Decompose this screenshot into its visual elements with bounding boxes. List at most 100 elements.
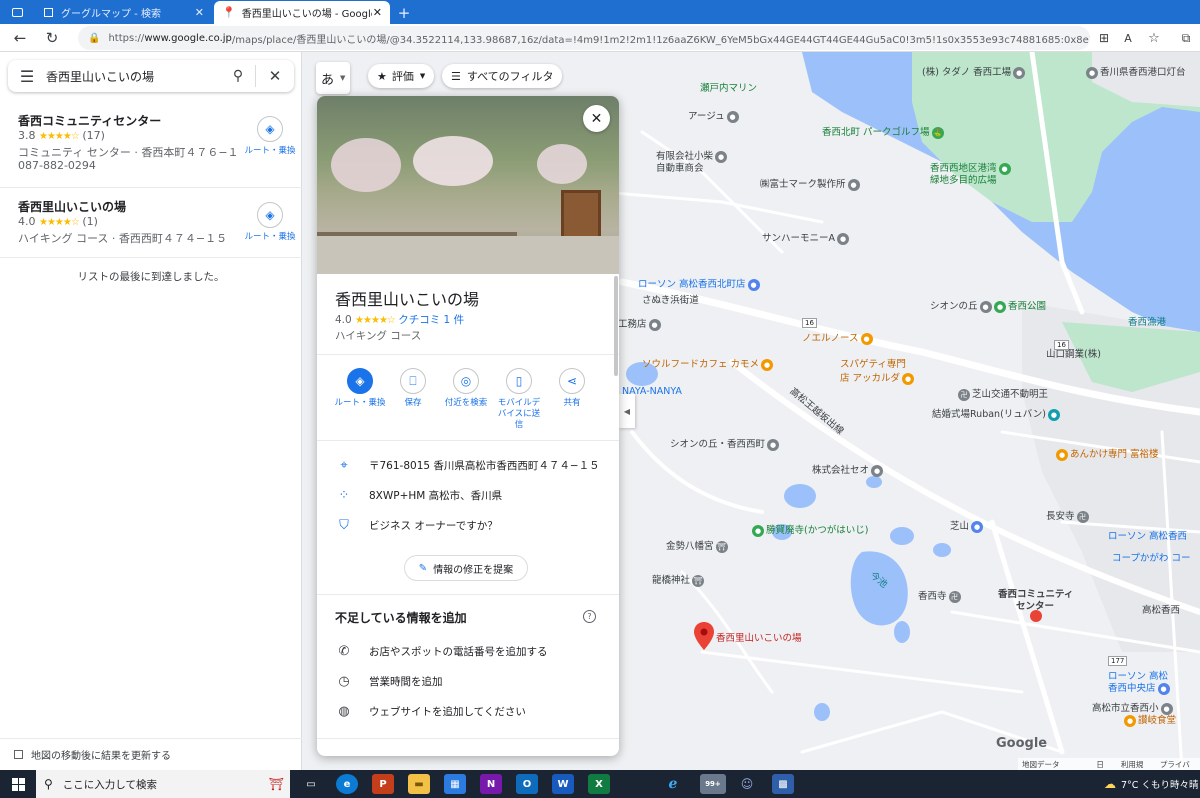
- search-icon[interactable]: ⚲: [221, 68, 255, 84]
- list-item[interactable]: 香西コミュニティセンター 3.8 ★★★★☆ (17) コミュニティ センター …: [0, 102, 302, 188]
- map-poi-label[interactable]: ● 勝賀廃寺(かつがはいじ): [750, 522, 868, 537]
- map-poi-label[interactable]: 香西寺卍: [918, 588, 963, 603]
- start-button[interactable]: [0, 770, 36, 798]
- route-button[interactable]: ◈ ルート・乗換: [240, 116, 300, 156]
- tab-maps[interactable]: 📍 香西里山いこいの場 - Google マップ ✕: [214, 1, 390, 24]
- terms-link[interactable]: 利用規約: [1121, 759, 1150, 769]
- word-icon[interactable]: W: [552, 774, 574, 794]
- send-to-phone-button[interactable]: ▯ モバイルデバイスに送信: [489, 368, 549, 431]
- app-icon[interactable]: ⊞: [1094, 28, 1114, 48]
- close-icon[interactable]: ✕: [195, 6, 204, 19]
- list-item[interactable]: 香西里山いこいの場 4.0 ★★★★☆ (1) ハイキング コース · 香西西町…: [0, 188, 302, 258]
- weather-widget[interactable]: ☁ 7°C くもり時々晴: [1104, 770, 1198, 798]
- menu-icon[interactable]: ☰: [8, 67, 46, 86]
- help-icon[interactable]: ?: [583, 610, 596, 623]
- map-poi-label[interactable]: 瀬戸内マリン: [700, 80, 757, 94]
- save-button[interactable]: ⎕ 保存: [383, 368, 443, 409]
- selected-place-marker-icon[interactable]: [694, 622, 714, 650]
- update-results-checkbox[interactable]: 地図の移動後に結果を更新する: [0, 738, 302, 770]
- country-label[interactable]: 日本: [1096, 759, 1111, 769]
- internet-explorer-icon[interactable]: ℯ: [662, 774, 684, 794]
- tab-search[interactable]: グーグルマップ - 検索 ✕: [36, 1, 212, 24]
- map-poi-label[interactable]: ノエルノース ●: [802, 330, 875, 345]
- map-poi-label[interactable]: アージュ ●: [688, 108, 741, 123]
- reviews-link[interactable]: クチコミ 1 件: [398, 314, 464, 326]
- favorite-star-icon[interactable]: ☆: [1144, 28, 1164, 48]
- result-name[interactable]: 香西里山いこいの場: [18, 198, 126, 215]
- card-scrollbar[interactable]: [614, 276, 618, 376]
- suggest-edit-button[interactable]: ✎ 情報の修正を提案: [404, 555, 528, 581]
- map-poi-label[interactable]: ● 讃岐食堂: [1122, 712, 1176, 727]
- close-card-button[interactable]: ✕: [583, 105, 610, 132]
- mail-icon[interactable]: 99+: [700, 774, 726, 794]
- map-poi-label[interactable]: 高松香西: [1142, 602, 1180, 616]
- back-arrow-icon[interactable]: ←: [10, 28, 30, 48]
- map-poi-label[interactable]: 結婚式場Ruban(リュバン) ●: [932, 406, 1062, 421]
- new-tab-button[interactable]: +: [392, 1, 416, 24]
- powerpoint-icon[interactable]: P: [372, 774, 394, 794]
- directions-button[interactable]: ◈ ルート・乗換: [330, 368, 390, 409]
- tab-window-menu[interactable]: [2, 1, 32, 24]
- claim-business-row[interactable]: ⛉ ビジネス オーナーですか？: [335, 518, 605, 533]
- route-button[interactable]: ◈ ルート・乗換: [240, 202, 300, 242]
- map-poi-label[interactable]: 株式会社セオ ●: [812, 462, 885, 477]
- file-explorer-icon[interactable]: ▬: [408, 774, 430, 794]
- nearby-button[interactable]: ◎ 付近を検索: [436, 368, 496, 409]
- map-poi-label[interactable]: サンハーモニーA ●: [762, 230, 851, 245]
- map-poi-label[interactable]: ローソン 高松香西: [1108, 528, 1187, 542]
- map-poi-label[interactable]: コープかがわ コー: [1112, 550, 1190, 564]
- outlook-icon[interactable]: O: [516, 774, 538, 794]
- search-input[interactable]: 香西里山いこいの場: [46, 68, 221, 85]
- map-poi-label[interactable]: ㈱富士マーク製作所 ●: [760, 176, 862, 191]
- ime-toggle[interactable]: あ ▼: [316, 62, 350, 94]
- add-phone-row[interactable]: ✆ お店やスポットの電話番号を追加する: [335, 644, 605, 659]
- app-icon[interactable]: ☺: [736, 774, 758, 794]
- store-icon[interactable]: ▦: [444, 774, 466, 794]
- map-poi-label[interactable]: ● 香西公園: [992, 298, 1046, 313]
- poi-pin-icon: ●: [767, 438, 780, 451]
- map-poi-label[interactable]: ● 香川県香西港口灯台: [1084, 64, 1186, 79]
- add-website-row[interactable]: ◍ ウェブサイトを追加してください: [335, 704, 605, 719]
- map-poi-label[interactable]: ソウルフードカフェ カモメ ●: [642, 356, 775, 371]
- add-hours-row[interactable]: ◷ 営業時間を追加: [335, 674, 605, 689]
- app-icon[interactable]: ▩: [772, 774, 794, 794]
- collapse-card-button[interactable]: ◀: [619, 394, 635, 428]
- onenote-icon[interactable]: N: [480, 774, 502, 794]
- map-poi-label[interactable]: スパゲティ専門: [840, 356, 906, 370]
- map-poi-label[interactable]: 長安寺卍: [1046, 508, 1091, 523]
- address-row[interactable]: ⌖ 〒761-8015 香川県高松市香西西町４７４−１５: [335, 458, 605, 473]
- map-poi-label[interactable]: 工務店 ●: [618, 316, 663, 331]
- close-icon[interactable]: ✕: [373, 6, 382, 19]
- edge-icon[interactable]: e: [336, 774, 358, 794]
- place-photo[interactable]: [317, 96, 619, 274]
- place-category[interactable]: ハイキング コース: [335, 328, 421, 343]
- result-name[interactable]: 香西コミュニティセンター: [18, 112, 161, 129]
- map-poi-label[interactable]: ローソン 高松香西北町店 ●: [638, 276, 762, 291]
- checkbox-icon[interactable]: [14, 750, 23, 759]
- privacy-link[interactable]: プライバシ: [1160, 759, 1196, 769]
- map-poi-label[interactable]: シオンの丘 ●: [930, 298, 994, 313]
- map-poi-label[interactable]: 龍橋神社 ⛩: [652, 572, 706, 587]
- map-poi-label[interactable]: 芝山 ●: [950, 518, 985, 533]
- map-poi-label[interactable]: シオンの丘・香西西町 ●: [670, 436, 781, 451]
- all-filters-chip[interactable]: ☰ すべてのフィルタ: [442, 64, 563, 88]
- taskbar-search-box[interactable]: ⚲ ここに入力して検索 ⛩: [36, 770, 290, 798]
- map-selected-place-label[interactable]: 香西里山いこいの場: [716, 630, 802, 644]
- map-poi-label[interactable]: 金勢八幡宮 ⛩: [666, 538, 730, 553]
- share-button[interactable]: ⋖ 共有: [542, 368, 602, 409]
- map-poi-label[interactable]: (株) タダノ 香西工場 ●: [922, 64, 1027, 79]
- clear-search-icon[interactable]: ✕: [256, 67, 294, 85]
- reload-icon[interactable]: ↻: [42, 28, 62, 48]
- excel-icon[interactable]: X: [588, 774, 610, 794]
- map-poi-label[interactable]: 香西漁港: [1128, 314, 1166, 328]
- community-center-pin-icon[interactable]: [1030, 610, 1042, 622]
- collections-icon[interactable]: ⧉: [1176, 28, 1196, 48]
- rating-filter-chip[interactable]: ★ 評価 ▼: [368, 64, 435, 88]
- plus-code-row[interactable]: ⁘ 8XWP+HM 高松市、香川県: [335, 488, 605, 503]
- map-poi-label[interactable]: ● あんかけ専門 富裕楼: [1054, 446, 1159, 461]
- url-field[interactable]: 🔒 https://www.google.co.jp/maps/place/香西…: [78, 26, 1090, 50]
- map-poi-label[interactable]: 香西北町 パークゴルフ場 ⛳: [822, 124, 946, 139]
- task-view-icon[interactable]: ▭: [300, 774, 322, 794]
- read-aloud-icon[interactable]: A: [1118, 28, 1138, 48]
- map-poi-label[interactable]: 卍芝山交通不動明王: [956, 386, 1048, 401]
